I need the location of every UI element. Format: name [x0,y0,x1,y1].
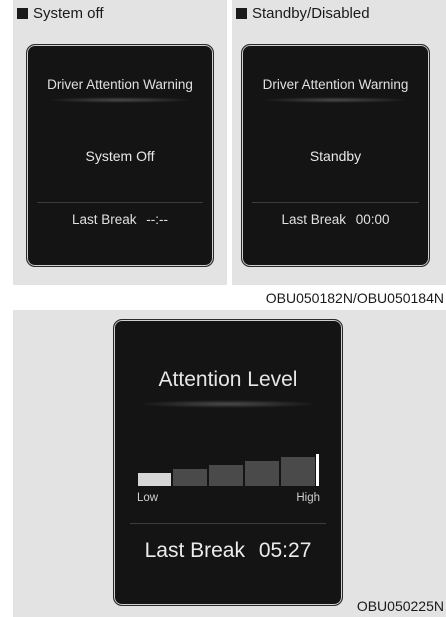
bottom-figure-code: OBU050225N [356,598,444,614]
last-break-label: Last Break [71,212,137,227]
attention-level-bar [138,454,319,486]
title-glow [45,97,195,103]
standby-status: Standby [309,148,362,164]
standby-screen: Driver Attention Warning Standby Last Br… [241,44,430,267]
title-glow [136,400,320,408]
system-off-caption: System off [17,5,104,22]
low-label: Low [137,492,159,504]
high-label: High [296,492,320,504]
caption-square-icon [236,8,247,19]
top-figure-code: OBU050182N/OBU050184N [265,290,444,306]
standby-panel: Standby/Disabled Driver Attention Warnin… [232,0,446,285]
attention-level-marker [316,454,319,486]
divider [130,523,326,524]
divider [252,202,419,203]
system-off-panel: System off Driver Attention Warning Syst… [13,0,227,285]
last-break-value: 05:27 [258,539,312,562]
attention-segment [138,473,171,486]
attention-panel: Attention Level Low High Last Break 05:2… [13,310,446,617]
last-break-label: Last Break [144,539,245,562]
last-break-value: --:-- [146,212,169,227]
attention-segment [173,469,207,486]
title-glow [260,97,411,103]
last-break-value: 00:00 [355,212,390,227]
attention-level-title: Attention Level [158,368,298,391]
attention-segment [245,461,279,486]
last-break-label: Last Break [281,212,346,227]
attention-segment [281,457,315,486]
standby-caption-text: Standby/Disabled [252,5,370,22]
system-off-caption-text: System off [33,5,104,22]
caption-square-icon [17,8,28,19]
standby-last-break: Last Break 00:00 [242,212,429,227]
attention-segment [209,465,243,486]
system-off-status: System Off [85,148,155,164]
attention-screen: Attention Level Low High Last Break 05:2… [113,319,343,606]
attention-last-break: Last Break 05:27 [114,539,342,563]
standby-screen-title: Driver Attention Warning [262,77,409,92]
system-off-screen-title: Driver Attention Warning [47,77,193,92]
system-off-last-break: Last Break --:-- [27,212,213,227]
system-off-screen: Driver Attention Warning System Off Last… [26,44,214,267]
divider [37,202,203,203]
standby-caption: Standby/Disabled [236,5,370,22]
